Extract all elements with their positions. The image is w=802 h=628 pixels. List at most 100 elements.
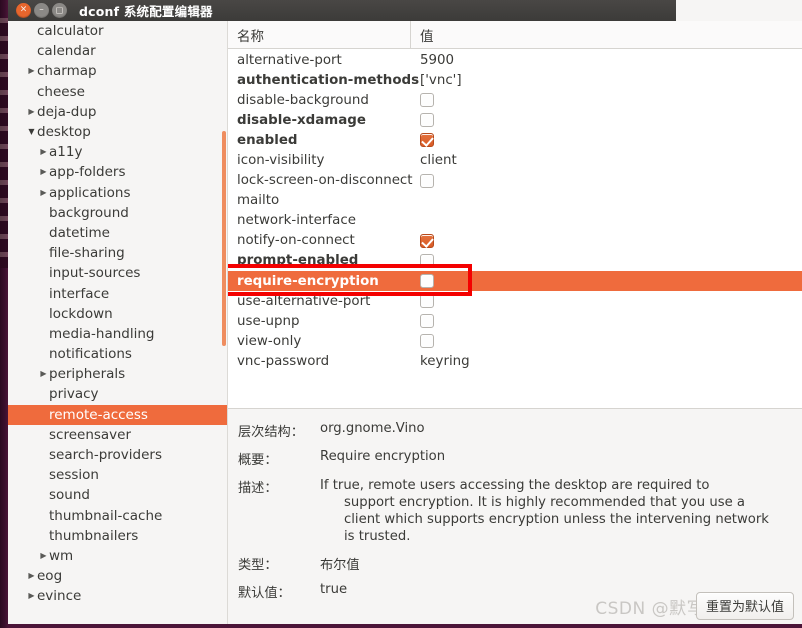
checkbox-enabled[interactable]	[420, 133, 434, 148]
sidebar-item-evince[interactable]: ▶ evince	[8, 586, 227, 606]
table-row[interactable]: prompt-enabled	[228, 251, 802, 271]
sidebar-item-eog[interactable]: ▶ eog	[8, 566, 227, 586]
key-value-cell[interactable]	[411, 294, 802, 309]
table-row[interactable]: mailto	[228, 191, 802, 211]
column-header-name[interactable]: 名称	[228, 21, 411, 48]
schema-tree-sidebar[interactable]: calculator calendar ▶ charmap cheese ▶ deja-du…	[8, 21, 228, 628]
chevron-right-icon[interactable]: ▶	[26, 572, 37, 580]
chevron-down-icon[interactable]: ▼	[26, 128, 37, 136]
sidebar-item-search-providers[interactable]: search-providers	[8, 445, 227, 465]
key-value-cell[interactable]: 5900	[411, 53, 802, 68]
chevron-right-icon[interactable]: ▶	[38, 188, 49, 197]
sidebar-item-a11y[interactable]: ▶ a11y	[8, 142, 227, 162]
sidebar-item-media-handling[interactable]: media-handling	[8, 324, 227, 344]
description-label: 描述：	[238, 481, 278, 496]
key-list-pane: 名称 值 alternative-port 5900 authentication-…	[228, 21, 802, 628]
schema-value: org.gnome.Vino	[320, 421, 425, 436]
sidebar-item-session[interactable]: session	[8, 465, 227, 485]
column-header-value[interactable]: 值	[411, 21, 802, 48]
sidebar-item-sound[interactable]: sound	[8, 485, 227, 505]
type-label: 类型：	[238, 558, 278, 573]
table-row[interactable]: disable-background	[228, 90, 802, 110]
sidebar-item-background[interactable]: background	[8, 203, 227, 223]
sidebar-item-thumbnailers[interactable]: thumbnailers	[8, 526, 227, 546]
checkbox-view-only[interactable]	[420, 334, 434, 349]
key-value-cell[interactable]	[411, 113, 802, 128]
sidebar-item-app-folders[interactable]: ▶ app-folders	[8, 162, 227, 182]
checkbox-require-encryption[interactable]	[420, 274, 434, 289]
table-row[interactable]: view-only	[228, 331, 802, 351]
sidebar-item-wm[interactable]: ▶ wm	[8, 546, 227, 566]
chevron-right-icon[interactable]: ▶	[38, 168, 49, 176]
checkbox-disable-background[interactable]	[420, 93, 434, 108]
sidebar-item-screensaver[interactable]: screensaver	[8, 425, 227, 445]
key-name: icon-visibility	[237, 153, 325, 169]
sidebar-item-peripherals[interactable]: ▶ peripherals	[8, 364, 227, 384]
sidebar-item-charmap[interactable]: ▶ charmap	[8, 61, 227, 81]
sidebar-item-thumbnail-cache[interactable]: thumbnail-cache	[8, 506, 227, 526]
sidebar-item-label: deja-dup	[37, 103, 97, 120]
minimize-button[interactable]: –	[34, 3, 49, 18]
key-value-cell[interactable]: client	[411, 153, 802, 168]
sidebar-item-applications[interactable]: ▶ applications	[8, 183, 227, 203]
chevron-right-icon[interactable]: ▶	[38, 551, 49, 560]
chevron-right-icon[interactable]: ▶	[26, 592, 37, 600]
checkbox-lock-screen-on-disconnect[interactable]	[420, 173, 434, 188]
sidebar-item-calendar[interactable]: calendar	[8, 41, 227, 61]
key-value-cell[interactable]	[411, 233, 802, 248]
checkbox-prompt-enabled[interactable]	[420, 253, 434, 268]
chevron-right-icon[interactable]: ▶	[38, 148, 49, 156]
close-button[interactable]: ×	[16, 3, 31, 18]
key-value-cell[interactable]	[411, 334, 802, 349]
key-value-cell[interactable]: ['vnc']	[411, 73, 802, 88]
chevron-right-icon[interactable]: ▶	[26, 107, 37, 116]
table-row[interactable]: network-interface	[228, 211, 802, 231]
sidebar-item-datetime[interactable]: datetime	[8, 223, 227, 243]
table-row[interactable]: authentication-methods ['vnc']	[228, 70, 802, 90]
key-table-header: 名称 值	[228, 21, 802, 49]
key-value-text: ['vnc']	[420, 72, 462, 88]
checkbox-notify-on-connect[interactable]	[420, 233, 434, 248]
chevron-right-icon[interactable]: ▶	[38, 370, 49, 378]
sidebar-item-desktop[interactable]: ▼ desktop	[8, 122, 227, 142]
sidebar-item-lockdown[interactable]: lockdown	[8, 304, 227, 324]
chevron-right-icon[interactable]: ▶	[26, 67, 37, 75]
sidebar-item-file-sharing[interactable]: file-sharing	[8, 243, 227, 263]
table-row[interactable]: use-upnp	[228, 311, 802, 331]
sidebar-item-deja-dup[interactable]: ▶ deja-dup	[8, 102, 227, 122]
key-value-cell[interactable]	[411, 173, 802, 188]
key-value-cell[interactable]	[411, 314, 802, 329]
table-row[interactable]: disable-xdamage	[228, 110, 802, 130]
checkbox-use-alternative-port[interactable]	[420, 294, 434, 309]
table-row[interactable]: require-encryption	[228, 271, 802, 292]
table-row[interactable]: enabled	[228, 130, 802, 150]
schema-tree: calculator calendar ▶ charmap cheese ▶ deja-du…	[8, 21, 227, 606]
sidebar-item-cheese[interactable]: cheese	[8, 82, 227, 102]
key-value-cell[interactable]: keyring	[411, 354, 802, 369]
maximize-button[interactable]: □	[52, 3, 67, 18]
sidebar-item-notifications[interactable]: notifications	[8, 344, 227, 364]
key-value-cell[interactable]	[411, 253, 802, 268]
sidebar-item-input-sources[interactable]: input-sources	[8, 263, 227, 283]
sidebar-scrollbar[interactable]	[222, 131, 226, 346]
key-value-cell[interactable]	[411, 274, 802, 289]
sidebar-item-label: interface	[49, 285, 110, 302]
sidebar-item-privacy[interactable]: privacy	[8, 384, 227, 404]
table-row[interactable]: lock-screen-on-disconnect	[228, 171, 802, 191]
key-name: vnc-password	[237, 353, 330, 369]
reset-to-default-button[interactable]: 重置为默认值	[695, 592, 794, 620]
sidebar-item-calculator[interactable]: calculator	[8, 21, 227, 41]
sidebar-item-remote-access[interactable]: remote-access	[8, 404, 227, 425]
sidebar-item-interface[interactable]: interface	[8, 283, 227, 303]
table-row[interactable]: vnc-password keyring	[228, 351, 802, 371]
checkbox-use-upnp[interactable]	[420, 314, 434, 329]
schema-label: 层次结构：	[238, 425, 304, 440]
table-row[interactable]: use-alternative-port	[228, 291, 802, 311]
key-name: require-encryption	[237, 273, 379, 289]
key-value-cell[interactable]	[411, 93, 802, 108]
checkbox-disable-xdamage[interactable]	[420, 113, 434, 128]
key-value-cell[interactable]	[411, 133, 802, 148]
table-row[interactable]: notify-on-connect	[228, 231, 802, 251]
table-row[interactable]: alternative-port 5900	[228, 50, 802, 70]
table-row[interactable]: icon-visibility client	[228, 150, 802, 170]
